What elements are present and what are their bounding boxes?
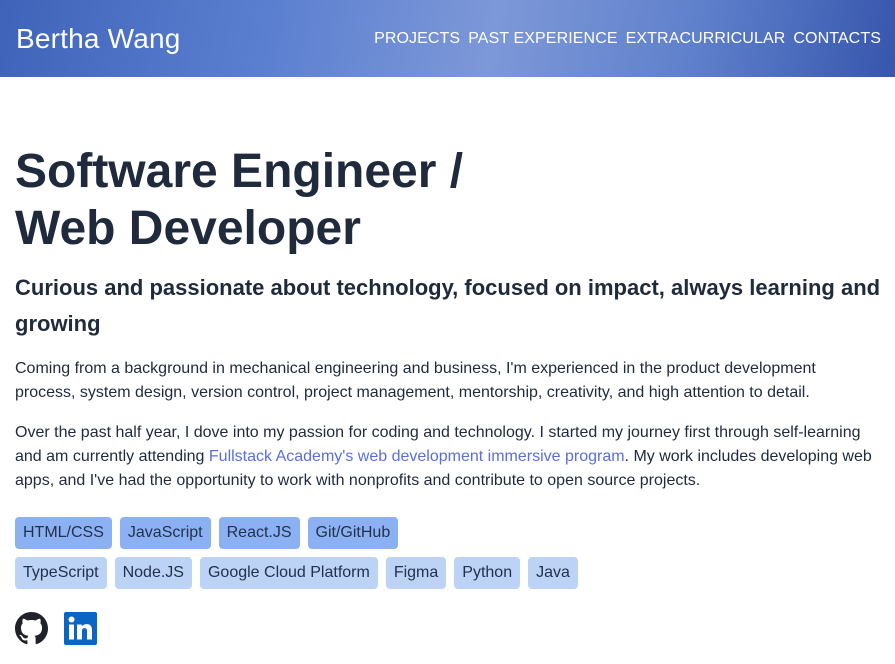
skill-tag: Figma [385,557,447,589]
skill-tag: HTML/CSS [15,517,112,549]
page-title: Software Engineer / Web Developer [15,143,775,257]
nav-projects[interactable]: PROJECTS [374,30,460,47]
linkedin-icon[interactable] [64,612,97,645]
skill-tag: Git/GitHub [307,517,399,549]
skill-tag: React.JS [218,517,300,549]
social-links [15,612,97,645]
fullstack-academy-link[interactable]: Fullstack Academy's web development imme… [209,448,625,465]
title-line-2: Web Developer [15,202,361,255]
title-line-1: Software Engineer / [15,145,464,198]
skill-tag: Python [454,557,521,589]
skills-row-primary: HTML/CSS JavaScript React.JS Git/GitHub [15,517,399,549]
skills-row-secondary: TypeScript Node.JS Google Cloud Platform… [15,557,578,589]
skill-tag: Java [528,557,578,589]
navbar: Bertha Wang PROJECTS PAST EXPERIENCE EXT… [0,0,895,77]
intro-paragraph: Coming from a background in mechanical e… [15,360,816,401]
skill-tag: Google Cloud Platform [199,557,378,589]
nav-past-experience[interactable]: PAST EXPERIENCE [468,30,617,47]
skill-tag: TypeScript [15,557,107,589]
journey-paragraph: Over the past half year, I dove into my … [15,421,880,493]
subheadline: Curious and passionate about technology,… [15,275,881,336]
nav-extracurricular[interactable]: EXTRACURRICULAR [626,30,786,47]
nav-contacts[interactable]: CONTACTS [793,30,881,47]
github-icon[interactable] [15,612,48,645]
brand-name[interactable]: Bertha Wang [16,24,181,53]
nav-menu: PROJECTS PAST EXPERIENCE EXTRACURRICULAR… [374,30,881,47]
skill-tag: Node.JS [114,557,192,589]
skill-tag: JavaScript [119,517,211,549]
